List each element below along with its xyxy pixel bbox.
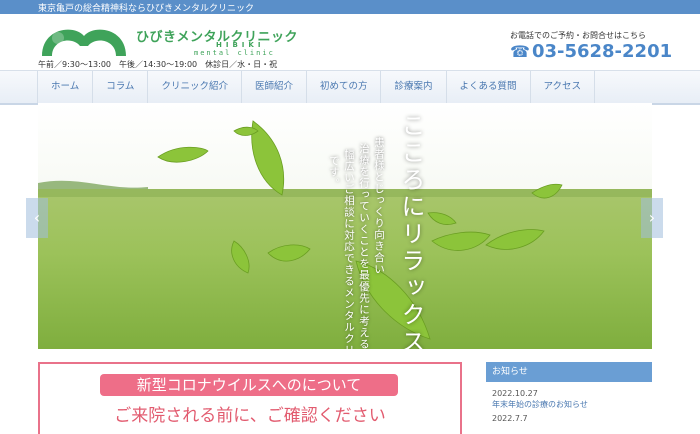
nav-item-column[interactable]: コラム <box>92 71 147 103</box>
news-panel: お知らせ 2022.10.27 年末年始の診療のお知らせ 2022.7.7 <box>486 362 652 423</box>
hero-text-line-1: 患者様とじっくり向き合い <box>373 137 385 275</box>
clinic-logo[interactable]: ひびきメンタルクリニック HIBIKI mental clinic <box>38 20 298 60</box>
top-bar: 東京亀戸の総合精神科ならひびきメンタルクリニック <box>0 0 700 14</box>
covid-notice-badge: 新型コロナウイルスへのについて <box>100 374 398 396</box>
hero-text-line-4: です。 <box>328 155 340 190</box>
nav-item-home[interactable]: ホーム <box>37 71 92 103</box>
nav-item-doctor[interactable]: 医師紹介 <box>240 71 306 103</box>
phone-number: 03-5628-2201 <box>531 41 673 62</box>
covid-notice-banner[interactable]: 新型コロナウイルスへのについて ご来院される前に、ご確認ください <box>38 362 462 434</box>
nav-item-services[interactable]: 診療案内 <box>380 71 445 103</box>
chevron-left-icon: ‹ <box>33 208 41 227</box>
logo-mark-icon <box>42 29 126 56</box>
global-nav: ホーム コラム クリニック紹介 医師紹介 初めての方 診療案内 よくある質問 ア… <box>0 70 700 105</box>
nav-item-faq[interactable]: よくある質問 <box>445 71 530 103</box>
logo-name-en-sub: mental clinic <box>194 49 275 57</box>
slider-prev-button[interactable]: ‹ <box>26 198 48 238</box>
news-item-link[interactable]: 年末年始の診療のお知らせ <box>492 399 652 410</box>
hero-slider[interactable]: こころにリラックスを 患者様とじっくり向き合い 治療を行っていくことを最優先に考… <box>38 103 652 349</box>
top-bar-text: 東京亀戸の総合精神科ならひびきメンタルクリニック <box>38 4 255 14</box>
hero-text-line-3: 幅広いご相談に対応できるメンタルクリニック <box>343 149 355 349</box>
chevron-right-icon: › <box>648 208 656 227</box>
logo-name-en: HIBIKI <box>216 41 265 49</box>
news-heading: お知らせ <box>486 362 652 382</box>
news-date: 2022.10.27 <box>492 389 538 398</box>
nav-item-clinic[interactable]: クリニック紹介 <box>147 71 241 103</box>
phone-number-link[interactable]: ☎ 03-5628-2201 <box>510 41 672 62</box>
hero-text-line-2: 治療を行っていくことを最優先に考える。 <box>358 143 370 349</box>
phone-icon: ☎ <box>510 42 530 61</box>
nav-item-access[interactable]: アクセス <box>529 71 596 103</box>
news-list: 2022.10.27 年末年始の診療のお知らせ 2022.7.7 <box>486 389 652 423</box>
clinic-hours: 午前／9:30〜13:00 午後／14:30〜19:00 休診日／水・日・祝 <box>38 60 278 69</box>
contact-note: お電話でのご予約・お問合せはこちら <box>510 31 646 40</box>
hero-title: こころにリラックスを <box>397 113 425 349</box>
covid-notice-subtitle: ご来院される前に、ご確認ください <box>114 406 386 426</box>
nav-item-first-visit[interactable]: 初めての方 <box>305 71 381 103</box>
slider-next-button[interactable]: › <box>641 198 663 238</box>
